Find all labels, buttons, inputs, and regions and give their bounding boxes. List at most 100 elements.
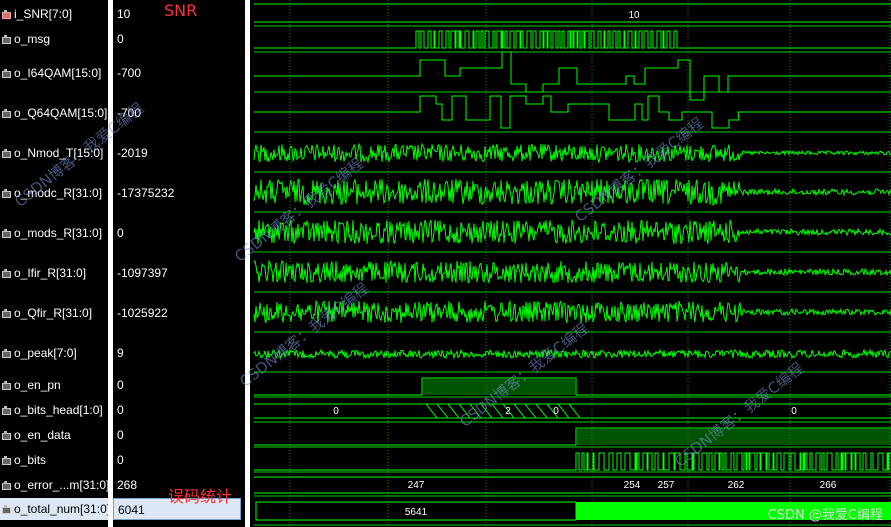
bus-transition [458, 403, 471, 419]
waveform-canvas[interactable]: 10 0 2 0 0 247 254 257 262 266 5641 [250, 0, 891, 527]
bus-value-label: 10 [628, 10, 640, 21]
bus-value-label: 266 [820, 480, 837, 491]
bus-transition [469, 403, 482, 419]
signal-value[interactable]: -1097397 [113, 262, 245, 284]
signal-name-row[interactable]: i_SNR[7:0] [0, 3, 108, 25]
output-signal-icon [2, 189, 11, 198]
signal-value[interactable]: -17375232 [113, 182, 245, 204]
analog-trace [253, 218, 891, 245]
signal-name-row[interactable]: o_bits [0, 449, 108, 471]
bus-value-label: 0 [553, 406, 559, 417]
bus-value-label: 0 [791, 406, 797, 417]
output-signal-icon [2, 349, 11, 358]
bus-transition [557, 403, 570, 419]
signal-name: o_I64QAM[15:0] [14, 66, 102, 80]
signal-name: o_modc_R[31:0] [14, 186, 103, 200]
signal-name-row[interactable]: o_Ifir_R[31:0] [0, 262, 108, 284]
signal-name-row[interactable]: o_Nmod_T[15:0] [0, 142, 108, 164]
signal-value[interactable]: 0 [113, 374, 245, 396]
analog-trace [253, 348, 891, 360]
output-signal-icon [2, 269, 11, 278]
bus-transition [491, 403, 504, 419]
bus-value-label: 254 [624, 480, 641, 491]
signal-name-row[interactable]: o_total_num[31:0] [0, 498, 108, 520]
signal-value[interactable]: 0 [113, 222, 245, 244]
bus-transition [425, 403, 438, 419]
footer-watermark: CSDN @我爱C编程 [767, 508, 883, 523]
analog-trace [253, 178, 891, 206]
analog-trace [253, 299, 891, 324]
bus-transition [568, 403, 581, 419]
output-signal-icon [2, 149, 11, 158]
signal-name-row[interactable]: o_modc_R[31:0] [0, 182, 108, 204]
signal-value[interactable]: -700 [113, 102, 245, 124]
signal-name-row[interactable]: o_bits_head[1:0] [0, 399, 108, 421]
signal-name: o_total_num[31:0] [14, 502, 108, 516]
signal-value[interactable]: 0 [113, 28, 245, 50]
signal-value[interactable]: -1025922 [113, 302, 245, 324]
bus-value-label: 0 [333, 406, 339, 417]
signal-name-row[interactable]: o_I64QAM[15:0] [0, 62, 108, 84]
signal-name-row[interactable]: o_error_...m[31:0] [0, 474, 108, 496]
signal-value[interactable]: -700 [113, 62, 245, 84]
bus-transition [524, 403, 537, 419]
analog-trace [253, 142, 891, 164]
snr-annotation: SNR [164, 1, 198, 20]
signal-value-panel: 10 0 -700 -700 -2019 -17375232 0 -1097397 -10259… [113, 0, 245, 527]
signal-name: o_peak[7:0] [14, 346, 77, 360]
signal-name-row[interactable]: o_en_data [0, 424, 108, 446]
bus-transition [535, 403, 548, 419]
output-signal-icon [2, 456, 11, 465]
signal-name: o_Qfir_R[31:0] [14, 306, 93, 320]
bus-value-label: 262 [728, 480, 745, 491]
output-signal-icon [2, 481, 11, 490]
bus-value-label: 247 [408, 480, 425, 491]
signal-name-row[interactable]: o_msg [0, 28, 108, 50]
bus-value-label: 2 [505, 406, 511, 417]
signal-name-row[interactable]: o_peak[7:0] [0, 342, 108, 364]
analog-step-trace [254, 51, 891, 101]
analog-trace [253, 259, 891, 285]
signal-name-panel: i_SNR[7:0] o_msg o_I64QAM[15:0] o_Q64QAM[15… [0, 0, 108, 527]
signal-name: i_SNR[7:0] [14, 7, 73, 21]
signal-name: o_Nmod_T[15:0] [14, 146, 104, 160]
input-signal-icon [2, 10, 11, 19]
bus-value-label: 257 [658, 480, 675, 491]
output-signal-icon [2, 381, 11, 390]
digital-trace [254, 452, 891, 471]
signal-name: o_Ifir_R[31:0] [14, 266, 87, 280]
bus-transition [447, 403, 460, 419]
signal-high-fill [576, 428, 891, 445]
signal-value[interactable]: -2019 [113, 142, 245, 164]
signal-value[interactable]: 9 [113, 342, 245, 364]
bus-transition [513, 403, 526, 419]
signal-value[interactable]: 0 [113, 399, 245, 421]
output-signal-icon [2, 69, 11, 78]
ber-annotation: 误码统计 [168, 487, 233, 506]
signal-name: o_en_data [14, 428, 71, 442]
output-signal-icon [2, 109, 11, 118]
bus-transition [436, 403, 449, 419]
signal-name: o_bits [14, 453, 47, 467]
output-signal-icon [2, 229, 11, 238]
signal-name: o_en_pn [14, 378, 61, 392]
bus-value-label: 5641 [405, 507, 428, 518]
signal-name: o_msg [14, 32, 51, 46]
signal-name-row[interactable]: o_en_pn [0, 374, 108, 396]
output-signal-icon [2, 35, 11, 44]
signal-value[interactable]: 0 [113, 424, 245, 446]
digital-trace [254, 30, 891, 49]
signal-name: o_bits_head[1:0] [14, 403, 103, 417]
signal-name: o_Q64QAM[15:0] [14, 106, 108, 120]
signal-name-row[interactable]: o_Qfir_R[31:0] [0, 302, 108, 324]
output-signal-icon [2, 309, 11, 318]
output-signal-icon [2, 505, 11, 514]
signal-name-row[interactable]: o_mods_R[31:0] [0, 222, 108, 244]
signal-name-row[interactable]: o_Q64QAM[15:0] [0, 102, 108, 124]
analog-step-trace [254, 95, 891, 129]
signal-high-fill [422, 378, 576, 395]
signal-name: o_error_...m[31:0] [14, 478, 108, 492]
signal-value[interactable]: 0 [113, 449, 245, 471]
bus-transition [480, 403, 493, 419]
waveform-panel[interactable]: 10 0 2 0 0 247 254 257 262 266 5641 [250, 0, 891, 527]
